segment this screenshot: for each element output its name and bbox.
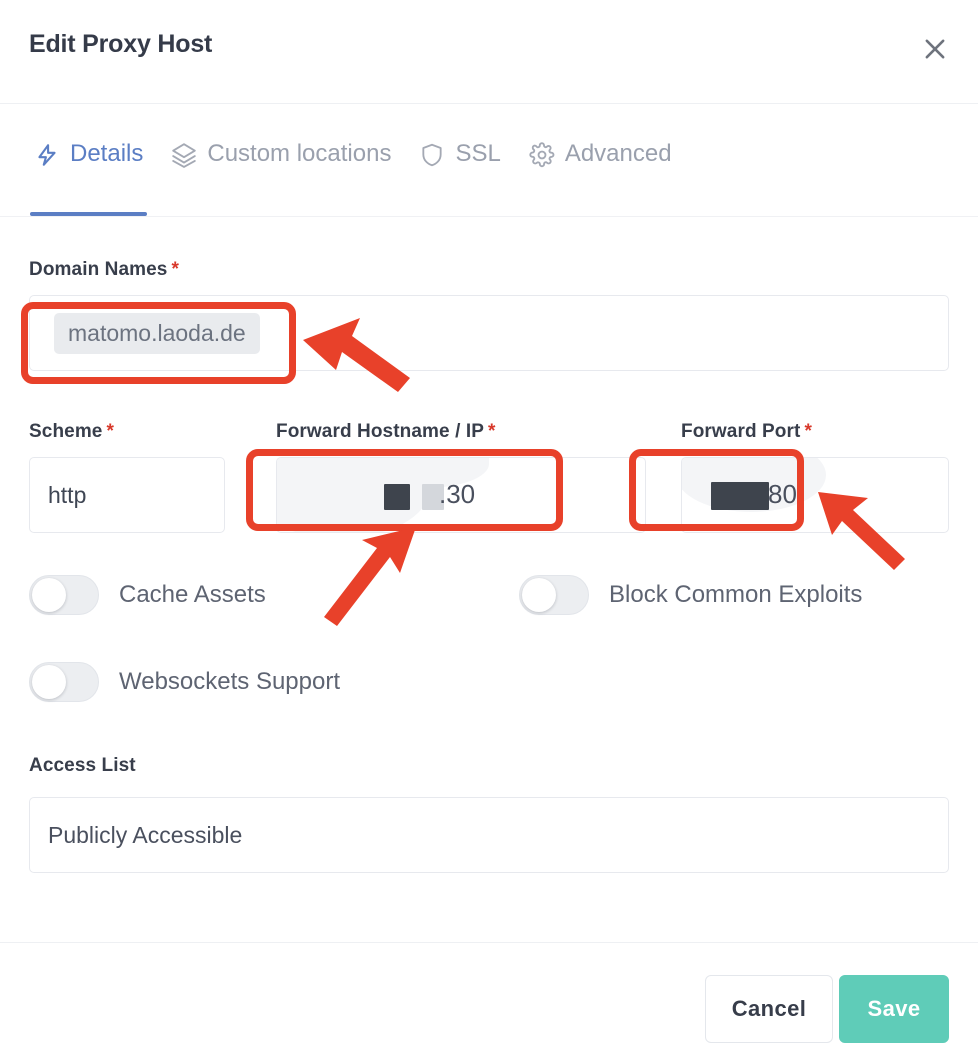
layers-icon (171, 140, 197, 168)
toggle-websockets-support[interactable] (29, 662, 99, 702)
toggle-row-block-common-exploits[interactable]: Block Common Exploits (519, 575, 862, 615)
tab-advanced[interactable]: Advanced (515, 104, 686, 216)
toggle-row-websockets-support[interactable]: Websockets Support (29, 662, 340, 702)
forward-port-required-marker: * (804, 421, 812, 442)
scheme-label-text: Scheme (29, 421, 103, 442)
toggle-block-common-exploits[interactable] (519, 575, 589, 615)
forward-port-value: 80 (768, 479, 797, 509)
domain-names-label: Domain Names * (29, 259, 179, 281)
access-list-select[interactable]: Publicly Accessible (29, 797, 949, 873)
scheme-label: Scheme * (29, 421, 114, 443)
forward-hostname-required-marker: * (487, 421, 496, 442)
gear-icon (529, 140, 555, 168)
close-button[interactable] (914, 28, 956, 70)
toggle-block-common-exploits-label: Block Common Exploits (609, 581, 863, 608)
forward-hostname-label-text: Forward Hostname / IP (276, 421, 484, 442)
toggle-knob (522, 578, 556, 612)
tab-details-label: Details (70, 140, 144, 167)
page-title: Edit Proxy Host (29, 30, 213, 58)
access-list-label: Access List (29, 755, 136, 776)
shield-icon (419, 140, 445, 168)
toggle-row-cache-assets[interactable]: Cache Assets (29, 575, 266, 615)
close-icon (921, 35, 949, 63)
forward-hostname-value: .30 (439, 479, 476, 509)
forward-hostname-label: Forward Hostname / IP * (276, 421, 495, 443)
tab-custom-locations-label: Custom locations (207, 140, 392, 167)
tab-details[interactable]: Details (20, 104, 157, 216)
scheme-required-marker: * (106, 421, 114, 442)
toggle-cache-assets[interactable] (29, 575, 99, 615)
scheme-select[interactable]: http (29, 457, 225, 533)
modal-footer: Cancel Save (0, 942, 978, 1064)
modal-header: Edit Proxy Host (0, 0, 978, 104)
domain-names-input[interactable]: matomo.laoda.de (29, 295, 949, 371)
domain-names-required-marker: * (171, 259, 179, 280)
forward-hostname-input[interactable]: .30 (276, 457, 646, 533)
toggle-cache-assets-label: Cache Assets (119, 581, 266, 608)
tab-ssl[interactable]: SSL (405, 104, 514, 216)
tab-custom-locations[interactable]: Custom locations (157, 104, 405, 216)
scheme-value: http (48, 481, 87, 508)
domain-name-tag[interactable]: matomo.laoda.de (54, 312, 260, 354)
forward-port-input[interactable]: 80 (681, 457, 949, 533)
save-button[interactable]: Save (839, 975, 949, 1043)
toggle-knob (32, 665, 66, 699)
access-list-value: Publicly Accessible (48, 821, 243, 848)
tab-bar: Details Custom locations SSL Advanced (0, 104, 978, 217)
redaction-block-dark (711, 482, 769, 510)
tab-ssl-label: SSL (455, 140, 501, 167)
redaction-block-dark (384, 484, 410, 510)
toggle-websockets-support-label: Websockets Support (119, 668, 341, 695)
domain-names-label-text: Domain Names (29, 259, 168, 280)
forward-port-label: Forward Port * (681, 421, 812, 443)
arrow-to-forward-hostname (324, 527, 416, 626)
zap-icon (34, 140, 60, 168)
toggle-knob (32, 578, 66, 612)
cancel-button[interactable]: Cancel (705, 975, 833, 1043)
tab-advanced-label: Advanced (564, 140, 672, 167)
forward-port-label-text: Forward Port (681, 421, 801, 442)
